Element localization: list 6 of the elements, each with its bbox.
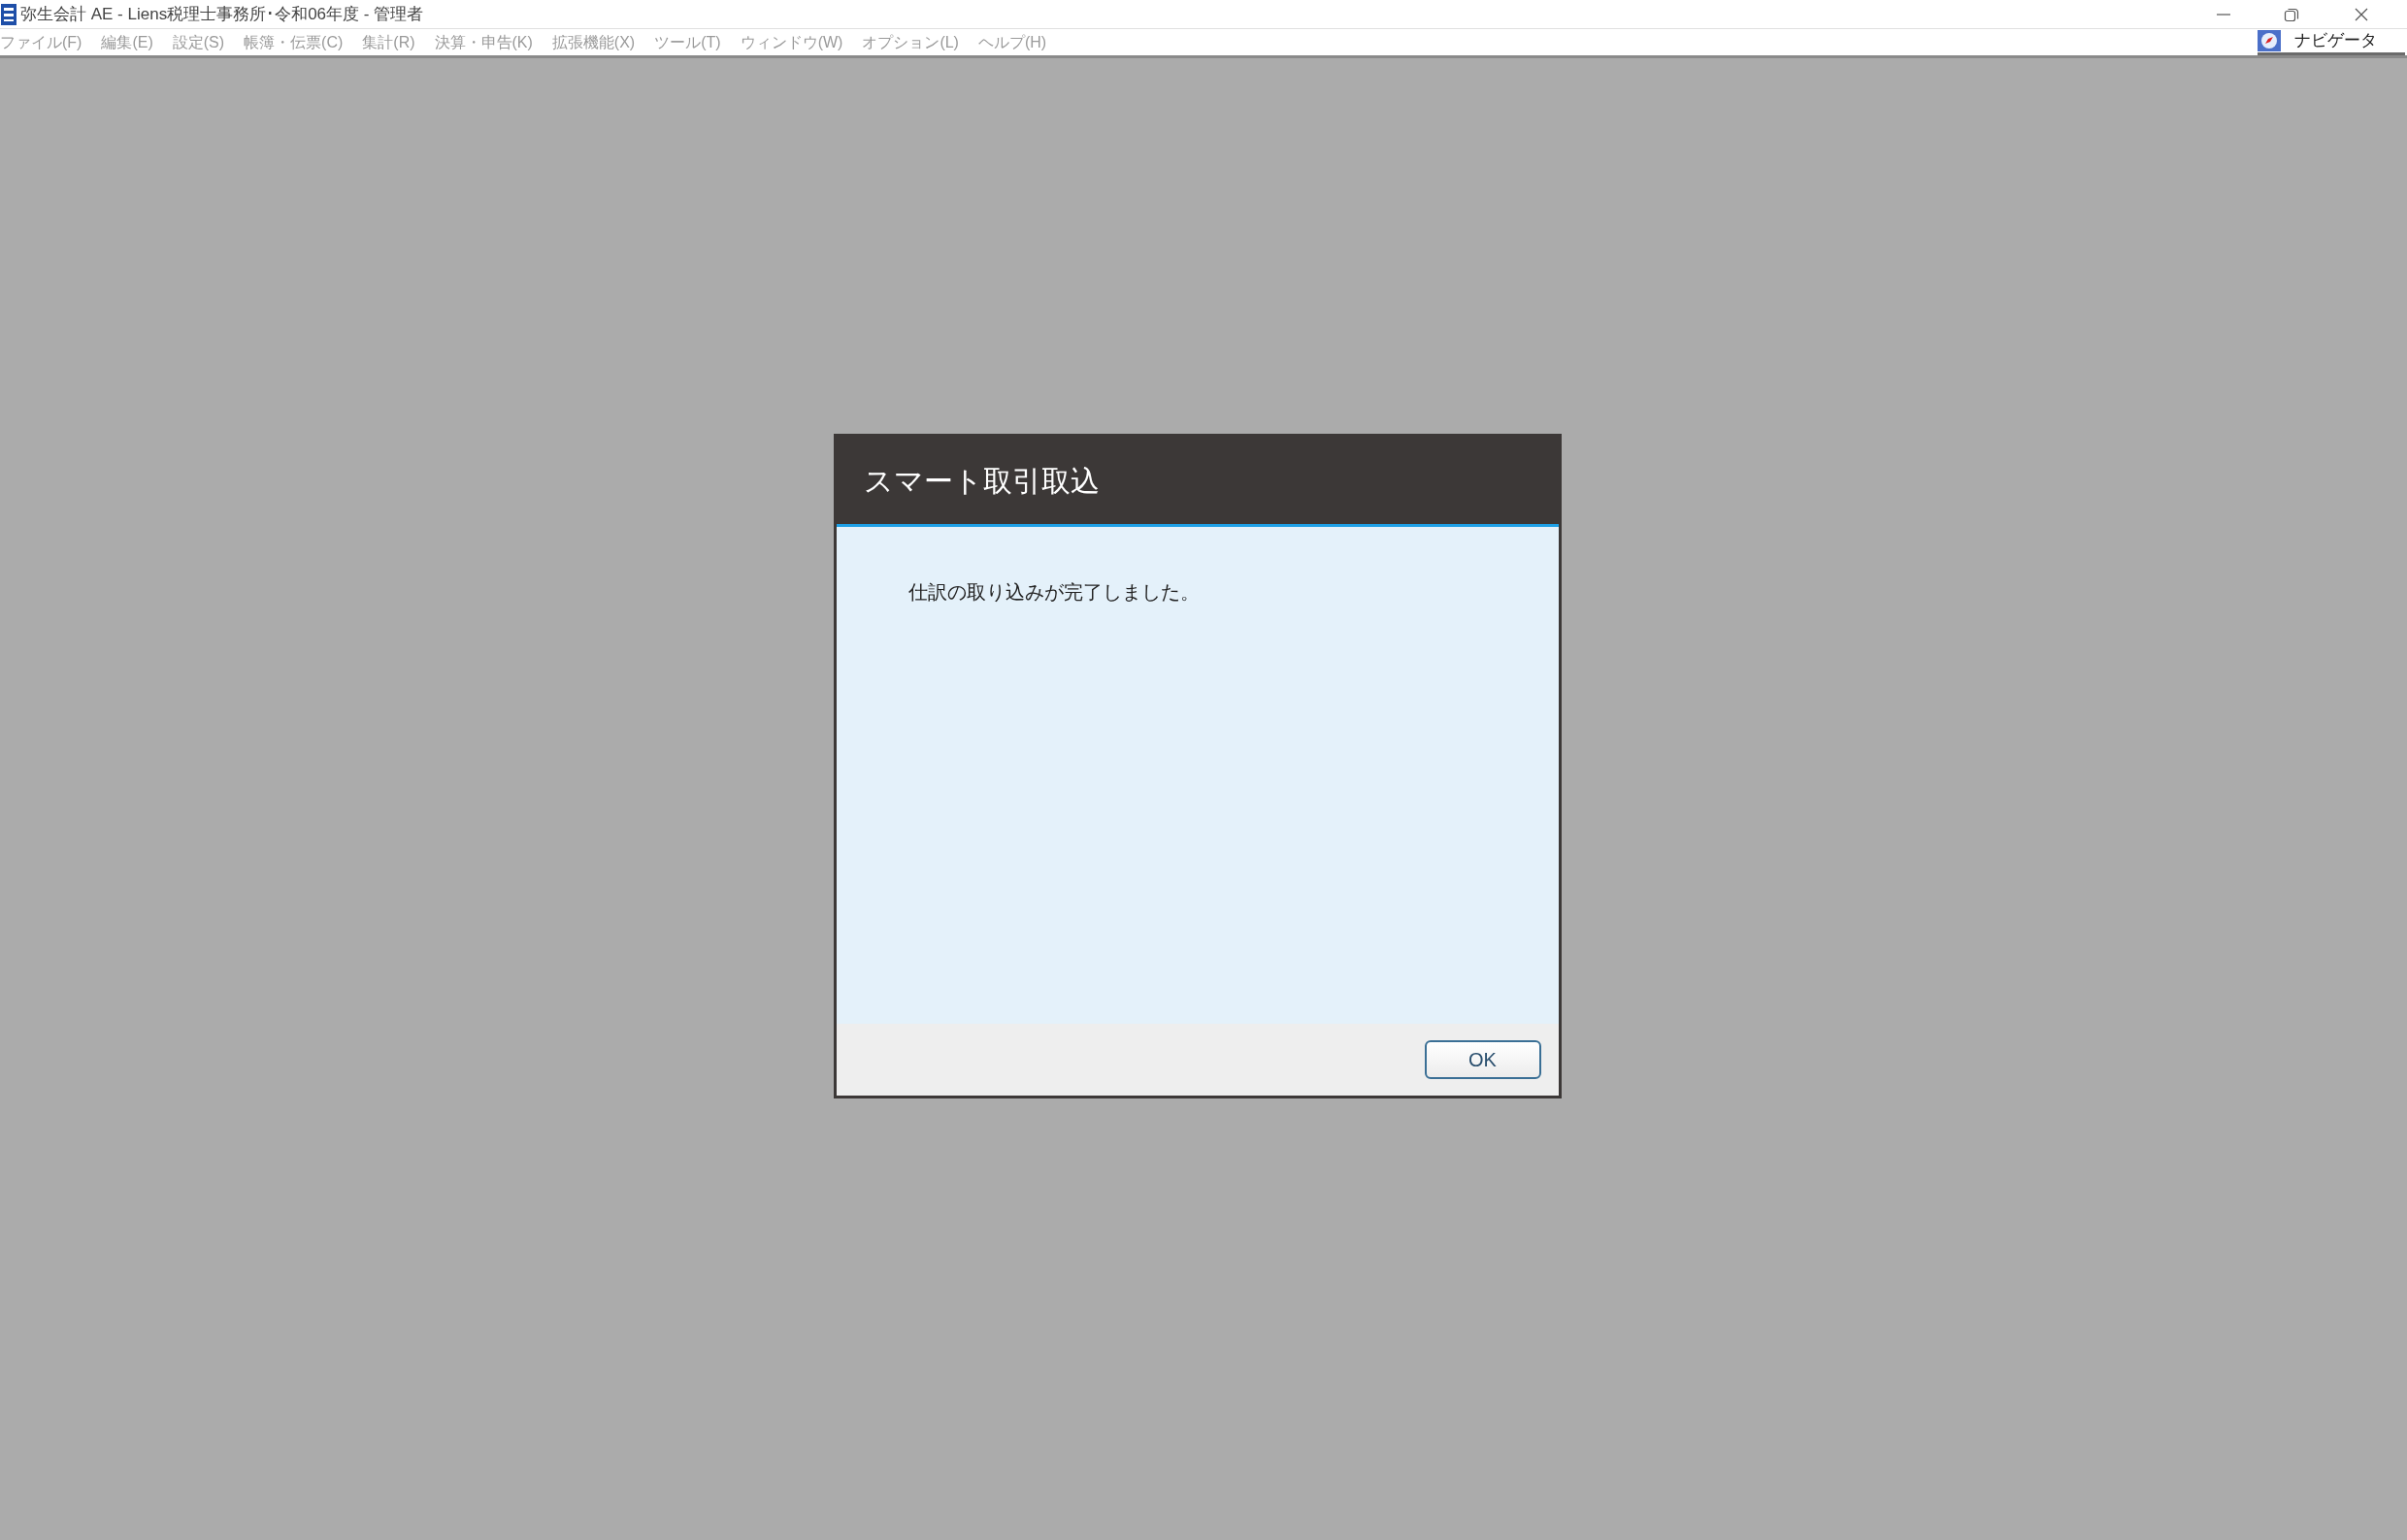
ok-button[interactable]: OK [1424, 1040, 1541, 1079]
dialog-message: 仕訳の取り込みが完了しました。 [907, 581, 1200, 603]
navigator-tab[interactable]: ナビゲータ [2294, 28, 2377, 53]
window-title: 弥生会計 AE - Liens税理士事務所･令和06年度 - 管理者 [20, 3, 424, 25]
dialog-title: スマート取引取込 [863, 463, 1100, 499]
compass-icon[interactable] [2258, 30, 2281, 51]
